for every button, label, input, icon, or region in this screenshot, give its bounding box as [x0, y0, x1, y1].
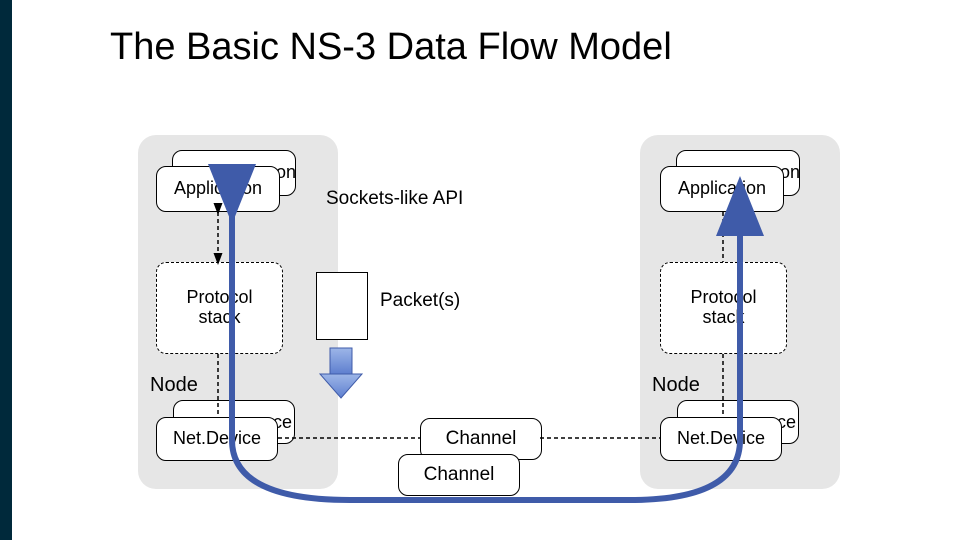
application-front-right: Application	[660, 166, 784, 212]
protocol-stack-left-label: Protocol stack	[186, 288, 252, 328]
protocol-stack-right: Protocol stack	[660, 262, 787, 354]
node-label-right: Node	[652, 374, 700, 397]
application-front-left: Application	[156, 166, 280, 212]
node-label-left: Node	[150, 374, 198, 397]
channel-bottom: Channel	[398, 454, 520, 496]
packet-box	[316, 272, 368, 340]
protocol-stack-right-label: Protocol stack	[690, 288, 756, 328]
slide: { "title": "The Basic NS-3 Data Flow Mod…	[0, 0, 960, 540]
netdevice-front-right: Net.Device	[660, 417, 782, 461]
accent-bar	[0, 0, 12, 540]
label-sockets-api: Sockets-like API	[326, 188, 466, 211]
label-packets: Packet(s)	[380, 290, 460, 312]
page-title: The Basic NS-3 Data Flow Model	[110, 26, 672, 69]
protocol-stack-left: Protocol stack	[156, 262, 283, 354]
netdevice-front-left: Net.Device	[156, 417, 278, 461]
